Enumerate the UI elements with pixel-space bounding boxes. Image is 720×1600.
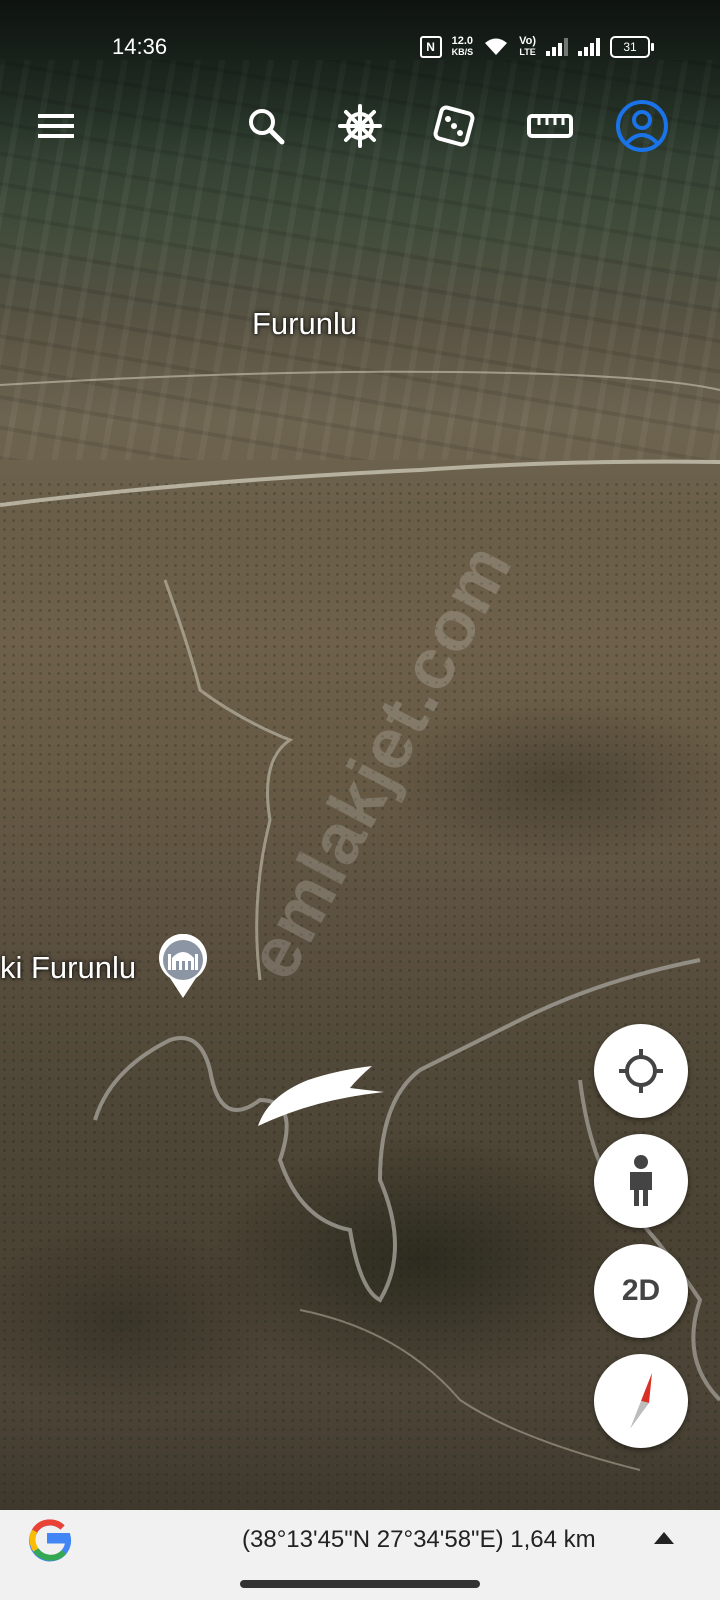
ruler-icon[interactable] <box>522 98 578 154</box>
overlay-arrow-annotation <box>258 1066 384 1126</box>
clock: 14:36 <box>112 34 168 59</box>
volte-top-label: Vo) <box>519 35 536 47</box>
gesture-bar <box>0 1570 720 1600</box>
coordinates-readout[interactable]: (38°13'45"N 27°34'58"E) 1,64 km <box>242 1526 596 1554</box>
volte-icon: Vo) LTE <box>519 36 536 58</box>
town-label[interactable]: Furunlu <box>252 306 357 342</box>
expand-up-icon[interactable] <box>654 1532 674 1544</box>
nfc-icon: N <box>419 36 442 58</box>
top-toolbar <box>0 92 720 162</box>
crosshair-icon <box>619 1049 663 1093</box>
status-icons: N 12.0 KB/S Vo) LTE 31 <box>419 36 654 58</box>
signal-icon-2 <box>578 38 600 56</box>
voyager-ship-wheel-icon[interactable] <box>332 98 388 154</box>
dice-icon[interactable] <box>426 98 482 154</box>
network-speed-unit: KB/S <box>451 47 474 57</box>
search-icon[interactable] <box>238 98 294 154</box>
street-view-button[interactable] <box>594 1134 688 1228</box>
battery-icon: 31 <box>610 36 654 58</box>
account-icon[interactable] <box>614 98 670 154</box>
wifi-icon <box>485 38 508 55</box>
pegman-icon <box>630 1155 652 1206</box>
bottom-info-bar: (38°13'45"N 27°34'58"E) 1,64 km <box>0 1510 720 1570</box>
status-bar: 14:36 N 12.0 KB/S Vo) LTE 31 <box>0 0 720 96</box>
my-location-button[interactable] <box>594 1024 688 1118</box>
signal-icon-1 <box>546 38 568 56</box>
menu-icon[interactable] <box>28 98 84 154</box>
volte-bottom-label: LTE <box>519 47 536 57</box>
network-speed: 12.0 KB/S <box>452 36 474 58</box>
home-indicator[interactable] <box>240 1580 480 1588</box>
google-logo-icon <box>29 1519 72 1562</box>
mosque-pin-icon[interactable] <box>156 934 210 1000</box>
poi-label[interactable]: ki Furunlu <box>0 950 136 986</box>
compass-icon <box>630 1373 652 1429</box>
network-speed-value: 12.0 <box>451 35 474 47</box>
compass-button[interactable] <box>594 1354 688 1448</box>
toggle-2d-button[interactable]: 2D <box>594 1244 688 1338</box>
